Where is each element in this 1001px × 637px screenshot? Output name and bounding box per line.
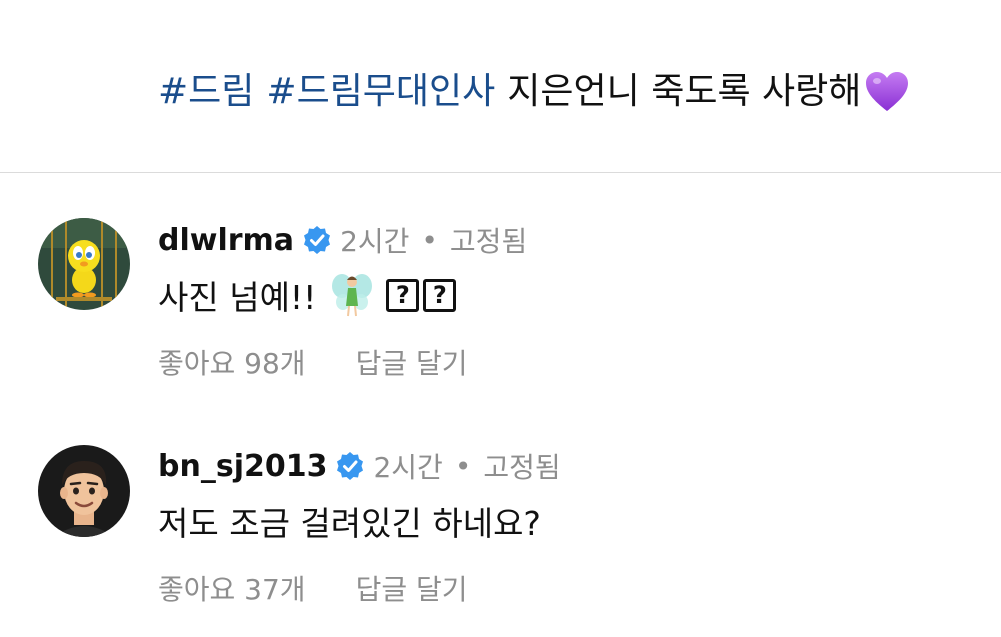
avatar[interactable] (38, 445, 130, 537)
hashtag-link[interactable]: #드림무대인사 (266, 66, 495, 118)
username-link[interactable]: bn_sj2013 (158, 449, 327, 484)
username-link[interactable]: dlwlrma (158, 223, 294, 258)
caption-text: 지은언니 죽도록 사랑해 (507, 71, 862, 112)
pinned-label: 고정됨 (449, 225, 528, 258)
comment-body: 저도 조금 걸려있긴 하네요? (158, 496, 541, 546)
verified-badge-icon (304, 226, 331, 254)
verified-badge-icon (337, 452, 364, 480)
fairy-icon (332, 274, 373, 317)
comment-actions: 좋아요 37개 답글 달기 (158, 568, 468, 608)
likes-count[interactable]: 좋아요 37개 (158, 568, 306, 608)
purple-heart-icon (866, 72, 909, 111)
reply-button[interactable]: 답글 달기 (356, 342, 468, 382)
comment-text: 사진 넘예!! (158, 278, 317, 317)
avatar[interactable] (38, 218, 130, 310)
tweety-bird-avatar (38, 218, 130, 310)
likes-count[interactable]: 좋아요 98개 (158, 342, 306, 382)
comment-meta: dlwlrma 2시간 • 고정됨 (158, 220, 527, 260)
separator-dot: • (421, 223, 438, 257)
comment-text: 저도 조금 걸려있긴 하네요? (158, 504, 541, 543)
unsupported-glyph-icon: ? (386, 278, 420, 312)
unsupported-glyph-icon: ? (423, 278, 457, 312)
memoji-avatar (38, 445, 130, 537)
comment-time: 2시간 (373, 451, 443, 484)
post-caption: #드림 #드림무대인사 지은언니 죽도록 사랑해 (158, 66, 911, 118)
comment-time: 2시간 (340, 225, 410, 258)
hashtag-link[interactable]: #드림 (158, 66, 254, 118)
separator-dot: • (454, 449, 472, 483)
comment-body: 사진 넘예!! ? ? (158, 270, 457, 320)
comment-actions: 좋아요 98개 답글 달기 (158, 342, 468, 382)
reply-button[interactable]: 답글 달기 (356, 568, 468, 608)
divider (0, 172, 1001, 173)
comment-meta: bn_sj2013 2시간 • 고정됨 (158, 446, 561, 486)
pinned-label: 고정됨 (483, 451, 561, 484)
